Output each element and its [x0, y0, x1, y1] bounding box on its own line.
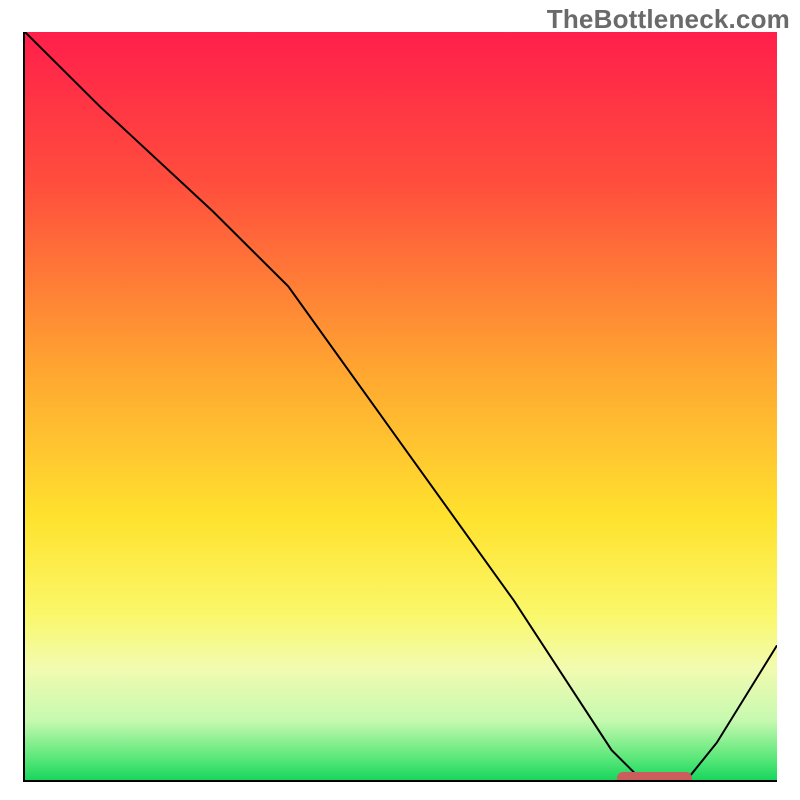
- plot-svg: [25, 32, 777, 780]
- chart-frame: TheBottleneck.com: [0, 0, 800, 800]
- highlight-marker: [617, 772, 692, 782]
- watermark-text: TheBottleneck.com: [547, 4, 790, 35]
- gradient-background: [25, 32, 777, 780]
- plot-area: [23, 32, 777, 782]
